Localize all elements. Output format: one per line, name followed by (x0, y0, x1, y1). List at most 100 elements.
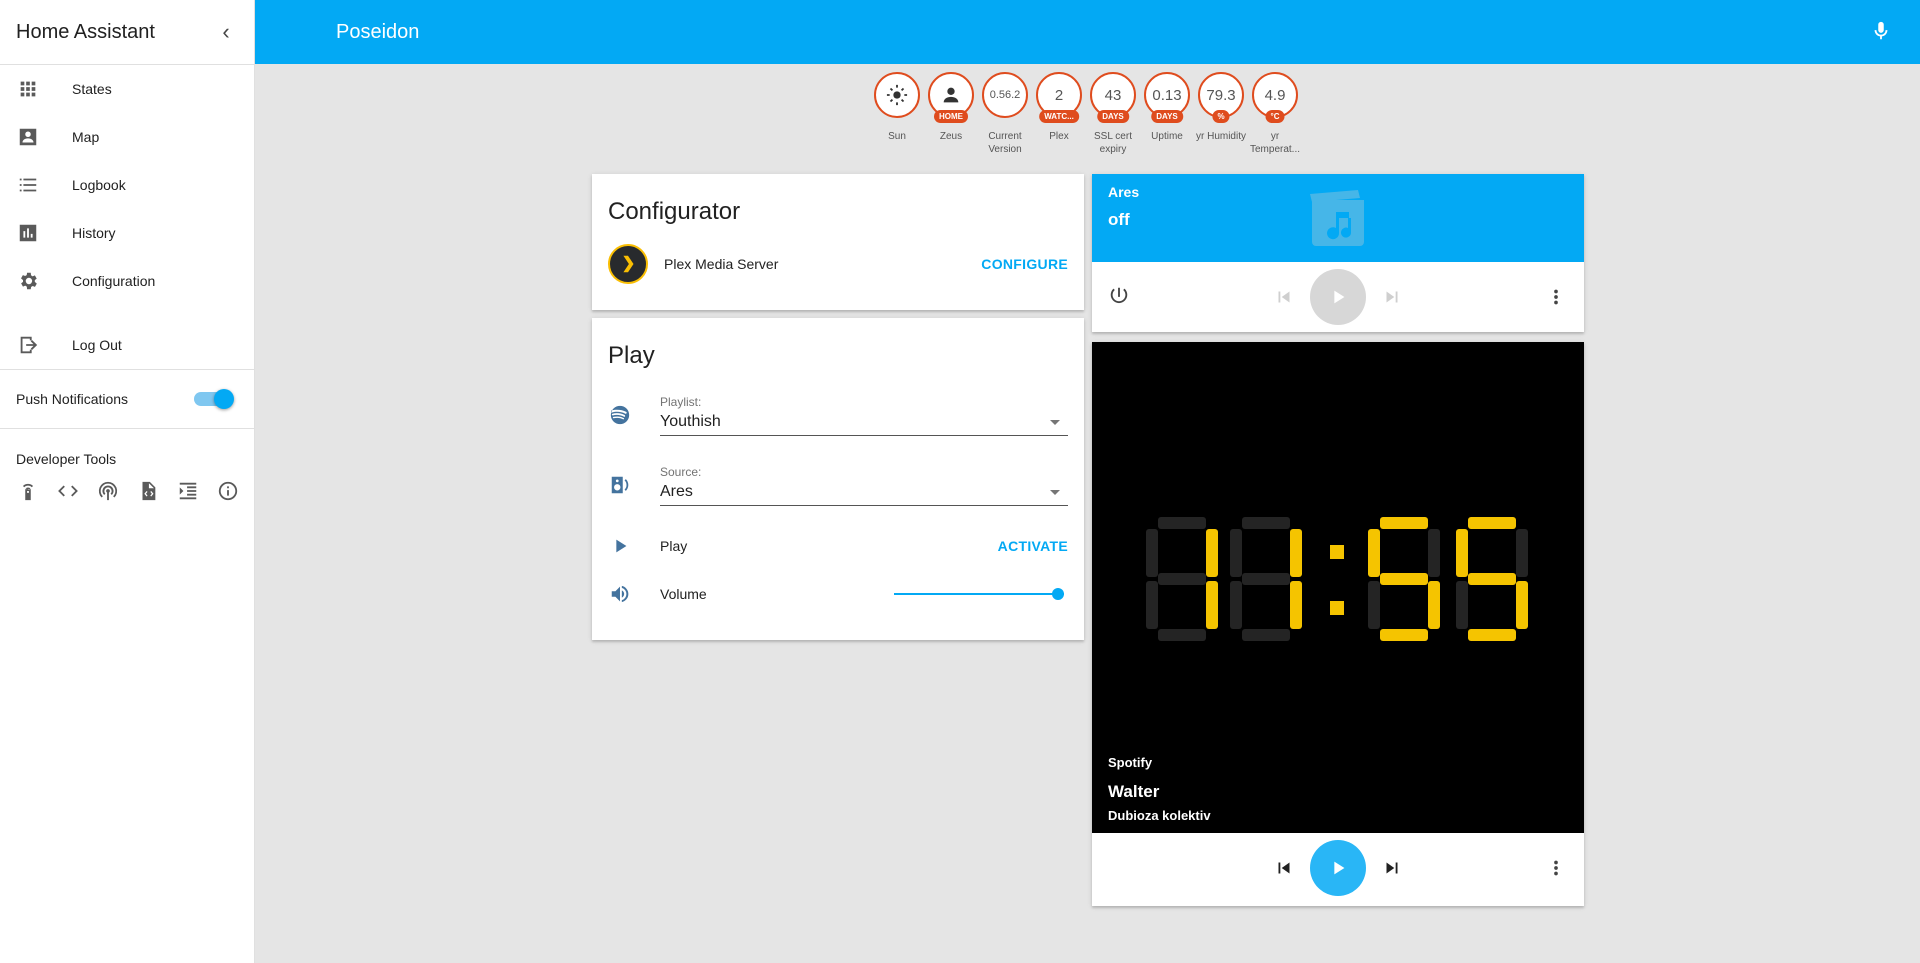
badge-ring[interactable]: 79.3 % (1198, 72, 1244, 123)
volume-high-icon (608, 582, 632, 606)
volume-row: Volume (592, 570, 1084, 618)
clock-segment-c (1206, 581, 1218, 629)
top-app-bar: Poseidon (255, 0, 1920, 64)
badge-ring[interactable]: 2 WATC... (1036, 72, 1082, 123)
format-indent-icon[interactable] (176, 479, 200, 503)
badge-value: 43 (1104, 86, 1122, 104)
sidebar-item-history[interactable]: History (0, 209, 254, 257)
media-artist: Dubioza kolektiv (1108, 808, 1211, 823)
clock-segment-a (1158, 517, 1206, 529)
power-icon[interactable] (1108, 285, 1132, 309)
skip-previous-icon[interactable] (1272, 285, 1296, 309)
badge-ring[interactable]: 0.56.2 (982, 72, 1028, 118)
badge-yr-humidity: 79.3 % yr Humidity (1194, 72, 1248, 156)
sidebar-item-label: Map (72, 129, 100, 145)
badge-ring[interactable]: 4.9 °C (1252, 72, 1298, 123)
more-vert-icon[interactable] (1544, 856, 1568, 880)
badge-label: yr Temperat... (1249, 131, 1301, 155)
info-icon[interactable] (216, 479, 240, 503)
badge-ssl-cert-expiry: 43 DAYS SSL cert expiry (1086, 72, 1140, 156)
seven-segment-clock (1146, 517, 1528, 641)
clock-segment-g (1468, 573, 1516, 585)
push-notifications-toggle[interactable] (194, 389, 234, 409)
sidebar-item-configuration[interactable]: Configuration (0, 257, 254, 305)
play-label: Play (660, 538, 688, 554)
plex-logo-icon (608, 244, 648, 284)
badge-value: 2 (1054, 86, 1064, 104)
badge-ring[interactable]: 0.13 DAYS (1144, 72, 1190, 123)
play-pause-button[interactable] (1310, 269, 1366, 325)
source-caption: Source: (660, 464, 702, 479)
playlist-caption: Playlist: (660, 394, 702, 409)
badge-plex: 2 WATC... Plex (1032, 72, 1086, 156)
skip-next-icon[interactable] (1380, 285, 1404, 309)
playlist-select[interactable]: Playlist: Youthish (660, 395, 1068, 436)
card-title: Configurator (608, 198, 741, 225)
source-select[interactable]: Source: Ares (660, 465, 1068, 506)
volume-label: Volume (660, 586, 707, 602)
badge-label: Plex (1049, 131, 1069, 142)
play-icon (608, 534, 632, 558)
logout-label: Log Out (72, 337, 122, 353)
slider-track (894, 593, 1064, 595)
clock-segment-e (1456, 581, 1468, 629)
clock-segment-e (1146, 581, 1158, 629)
clock-segment-e (1230, 581, 1242, 629)
account-box-icon (16, 125, 40, 149)
badge-label: Uptime (1151, 131, 1183, 142)
code-tags-icon[interactable] (56, 479, 80, 503)
sidebar-item-label: Logbook (72, 177, 126, 193)
badge-ring[interactable]: 43 DAYS (1090, 72, 1136, 123)
sidebar-item-states[interactable]: States (0, 65, 254, 113)
file-xml-icon[interactable] (136, 479, 160, 503)
remote-icon[interactable] (16, 479, 40, 503)
badge-zeus: HOME Zeus (924, 72, 978, 156)
album-art: Spotify Walter Dubioza kolektiv (1092, 342, 1584, 833)
media-transport (1272, 269, 1404, 325)
sun-icon (886, 84, 908, 106)
sidebar-item-logbook[interactable]: Logbook (0, 161, 254, 209)
configure-button[interactable]: CONFIGURE (981, 256, 1068, 272)
slider-thumb[interactable] (1052, 588, 1064, 600)
clock-segment-g (1158, 573, 1206, 585)
badge-label: yr Humidity (1195, 131, 1246, 142)
sidebar-item-logout[interactable]: Log Out (0, 321, 254, 369)
media-player-state: off (1108, 210, 1130, 229)
badge-label: Current Version (988, 131, 1022, 155)
badge-label: Sun (888, 131, 906, 142)
clock-segment-b (1290, 529, 1302, 577)
more-vert-icon[interactable] (1544, 285, 1568, 309)
clock-colon-top (1330, 545, 1344, 559)
chart-box-icon (16, 221, 40, 245)
clock-segment-a (1380, 517, 1428, 529)
playlist-value: Youthish (660, 412, 721, 430)
skip-next-icon[interactable] (1380, 856, 1404, 880)
media-app-name: Spotify (1108, 755, 1153, 770)
sidebar-item-map[interactable]: Map (0, 113, 254, 161)
badge-value: 4.9 (1264, 86, 1286, 104)
dropdown-arrow-icon (1050, 489, 1060, 495)
badge-ring[interactable]: HOME (928, 72, 974, 123)
clock-segment-f (1456, 529, 1468, 577)
badge-unit: WATC... (1039, 110, 1079, 123)
source-value: Ares (660, 482, 693, 500)
chevron-left-icon[interactable]: ‹ (214, 19, 238, 45)
microphone-icon[interactable] (1870, 20, 1894, 44)
badge-unit: DAYS (1151, 110, 1183, 123)
badge-ring[interactable] (874, 72, 920, 118)
clock-segment-f (1146, 529, 1158, 577)
activate-button[interactable]: ACTIVATE (998, 538, 1068, 554)
play-pause-button[interactable] (1310, 840, 1366, 896)
volume-slider[interactable] (894, 584, 1064, 604)
badge-value: 0.56.2 (989, 89, 1021, 101)
card-title: Play (608, 342, 655, 369)
skip-previous-icon[interactable] (1272, 856, 1296, 880)
clock-segment-b (1206, 529, 1218, 577)
media-controls (1092, 262, 1584, 332)
radio-tower-icon[interactable] (96, 479, 120, 503)
media-player-name: Ares (1108, 184, 1140, 200)
clock-segment-c (1428, 581, 1440, 629)
clock-colon-bottom (1330, 601, 1344, 615)
sidebar-item-label: Configuration (72, 273, 156, 289)
badge-current-version: 0.56.2 Current Version (978, 72, 1032, 156)
